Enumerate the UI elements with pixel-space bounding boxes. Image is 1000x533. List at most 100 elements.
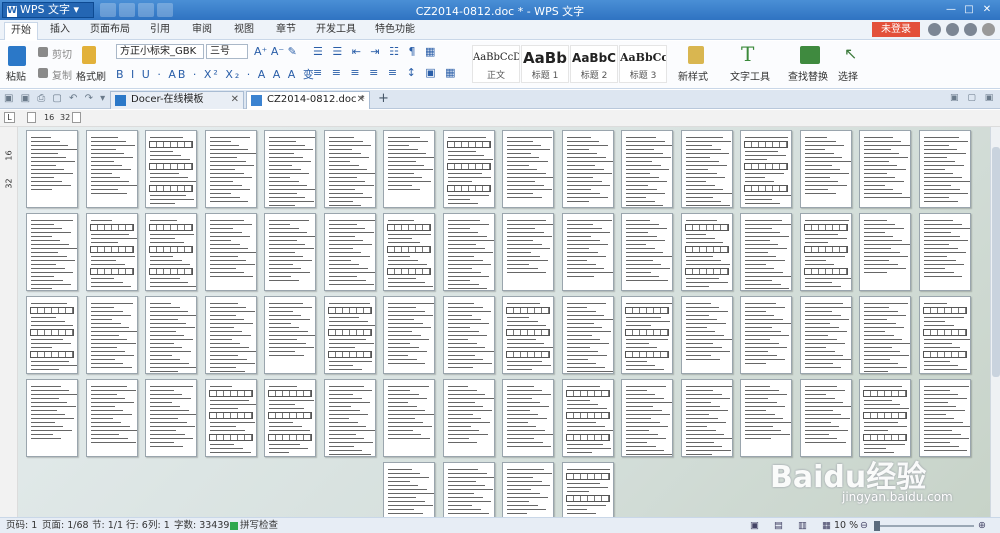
tab-features[interactable]: 特色功能	[372, 22, 418, 40]
copy-icon[interactable]	[38, 68, 48, 78]
page-thumbnail[interactable]	[800, 213, 852, 291]
cut-icon[interactable]	[38, 47, 48, 57]
page-thumbnail[interactable]	[800, 296, 852, 374]
page-thumbnail[interactable]	[26, 130, 78, 208]
close-tab-icon[interactable]: ✕	[357, 92, 365, 108]
page-thumbnail[interactable]	[443, 130, 495, 208]
maximize-icon[interactable]: □	[960, 2, 978, 17]
page-thumbnail[interactable]	[26, 296, 78, 374]
page-thumbnail[interactable]	[145, 213, 197, 291]
paste-button[interactable]: 粘贴	[6, 68, 26, 83]
page-thumbnail[interactable]	[324, 379, 376, 457]
zoom-level[interactable]: 10 %	[834, 518, 858, 533]
tabbar-view-icons[interactable]: ▣ ▢ ▣	[950, 93, 996, 103]
page-thumbnail[interactable]	[324, 213, 376, 291]
page-thumbnail[interactable]	[443, 379, 495, 457]
page-thumbnail[interactable]	[145, 130, 197, 208]
paste-icon[interactable]	[8, 46, 26, 66]
page-thumbnail[interactable]	[205, 379, 257, 457]
select-icon[interactable]: ↖	[844, 44, 857, 63]
text-format-icons[interactable]: B I U · AB · X² X₂ · A A A 变	[116, 66, 316, 82]
page-thumbnail[interactable]	[205, 296, 257, 374]
page-thumbnail[interactable]	[383, 213, 435, 291]
tab-review[interactable]: 审阅	[186, 22, 218, 40]
page-thumbnail[interactable]	[264, 213, 316, 291]
tab-home[interactable]: 开始	[4, 22, 38, 40]
style-heading-1[interactable]: AaBb 标题 1	[521, 45, 569, 83]
page-thumbnail[interactable]	[681, 296, 733, 374]
skin-icon[interactable]	[928, 23, 941, 36]
view-mode-icons[interactable]: ▣ ▤ ▥ ▦	[750, 518, 837, 533]
new-style-button[interactable]: 新样式	[678, 68, 708, 83]
page-thumbnail[interactable]	[800, 379, 852, 457]
text-tools-icon[interactable]: T	[741, 42, 754, 66]
tab-references[interactable]: 引用	[144, 22, 176, 40]
save-icon[interactable]	[100, 3, 116, 17]
collapse-ribbon-icon[interactable]	[982, 23, 995, 36]
text-tools-button[interactable]: 文字工具	[730, 68, 770, 83]
page-thumbnail[interactable]	[383, 296, 435, 374]
page-thumbnail[interactable]	[264, 296, 316, 374]
page-thumbnail[interactable]	[800, 130, 852, 208]
tab-insert[interactable]: 插入	[44, 22, 76, 40]
page-thumbnail[interactable]	[681, 379, 733, 457]
page-thumbnail[interactable]	[502, 213, 554, 291]
indent-marker[interactable]	[27, 112, 36, 123]
style-heading-2[interactable]: AaBbC 标题 2	[570, 45, 618, 83]
page-thumbnail[interactable]	[502, 130, 554, 208]
page-thumbnail[interactable]	[562, 296, 614, 374]
login-button[interactable]: 未登录	[872, 22, 920, 37]
page-thumbnail[interactable]	[443, 213, 495, 291]
page-thumbnail[interactable]	[562, 379, 614, 457]
new-tab-button[interactable]: +	[378, 91, 389, 106]
wps-menu-button[interactable]: W WPS 文字 ▾	[2, 2, 94, 18]
settings-icon[interactable]	[964, 23, 977, 36]
page-thumbnail[interactable]	[443, 296, 495, 374]
page-thumbnail[interactable]	[919, 379, 971, 457]
page-thumbnail[interactable]	[205, 213, 257, 291]
style-heading-3[interactable]: AaBbCcI标题 3	[619, 45, 667, 83]
style-normal[interactable]: AaBbCcDd正文	[472, 45, 520, 83]
tab-chapter[interactable]: 章节	[270, 22, 302, 40]
tab-developer[interactable]: 开发工具	[312, 22, 360, 40]
page-thumbnail[interactable]	[86, 130, 138, 208]
find-replace-icon[interactable]	[800, 46, 820, 64]
tab-view[interactable]: 视图	[228, 22, 260, 40]
page-thumbnail[interactable]	[264, 379, 316, 457]
tab-page-layout[interactable]: 页面布局	[86, 22, 134, 40]
page-thumbnail[interactable]	[86, 213, 138, 291]
help-icon[interactable]	[946, 23, 959, 36]
page-thumbnail[interactable]	[562, 130, 614, 208]
page-thumbnail[interactable]	[681, 130, 733, 208]
grow-font-icon[interactable]: A⁺ A⁻ ✎	[254, 45, 297, 58]
tabbar-quick-icons[interactable]: ▣ ▣ ⎙ ▢ ↶ ↷ ▾	[4, 93, 107, 104]
new-style-icon[interactable]	[688, 46, 704, 64]
page-thumbnail[interactable]	[859, 296, 911, 374]
page-thumbnail[interactable]	[740, 379, 792, 457]
page-thumbnail[interactable]	[740, 296, 792, 374]
zoom-slider-thumb[interactable]	[874, 521, 880, 531]
font-size-select[interactable]: 三号	[206, 44, 248, 59]
minimize-icon[interactable]: —	[942, 2, 960, 17]
page-thumbnail[interactable]	[621, 296, 673, 374]
format-painter-button[interactable]: 格式刷	[76, 68, 106, 83]
page-thumbnail[interactable]	[383, 130, 435, 208]
page-thumbnail[interactable]	[264, 130, 316, 208]
page-thumbnail[interactable]	[621, 379, 673, 457]
tab-current-document[interactable]: CZ2014-0812.doc * ✕	[246, 91, 370, 109]
status-spellcheck[interactable]: 拼写检查	[240, 518, 278, 533]
cut-button[interactable]: 剪切	[52, 46, 72, 61]
page-thumbnail[interactable]	[859, 130, 911, 208]
tab-stop-selector[interactable]: L	[4, 112, 15, 123]
page-thumbnail[interactable]	[26, 379, 78, 457]
status-word-count[interactable]: 字数: 33439	[174, 518, 229, 533]
find-replace-button[interactable]: 查找替换	[788, 68, 828, 83]
tab-docer-templates[interactable]: Docer-在线模板 ✕	[110, 91, 244, 109]
page-thumbnail[interactable]	[859, 213, 911, 291]
page-thumbnail[interactable]	[681, 213, 733, 291]
select-button[interactable]: 选择	[838, 68, 858, 83]
page-thumbnail[interactable]	[26, 213, 78, 291]
close-tab-icon[interactable]: ✕	[231, 92, 239, 108]
page-thumbnail[interactable]	[740, 130, 792, 208]
page-thumbnail[interactable]	[145, 296, 197, 374]
